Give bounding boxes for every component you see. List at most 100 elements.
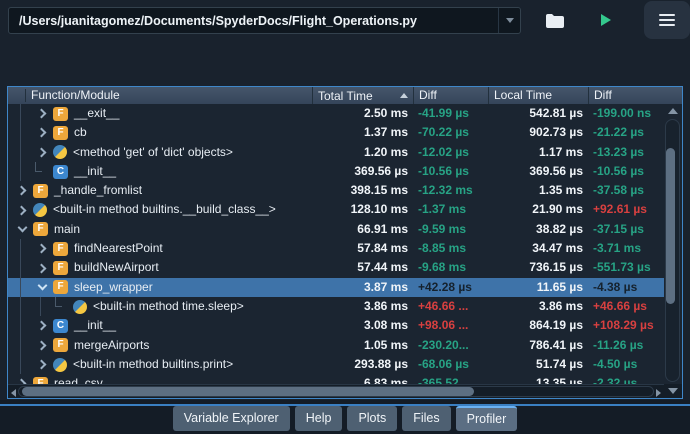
total-time-value: 66.91 ms [357, 221, 408, 236]
total-time-value: 57.44 ms [357, 260, 408, 275]
tab-profiler[interactable]: Profiler [455, 406, 518, 431]
expand-arrow-icon[interactable] [36, 243, 46, 254]
diff-total-value: -70.22 µs [418, 125, 469, 140]
function-icon: F [33, 376, 48, 384]
diff-total-value: -68.06 µs [418, 356, 469, 371]
table-row[interactable]: C __init__ 369.56 µs -10.56 µs 369.56 µs -10.… [8, 161, 664, 182]
diff-local-value: -199.00 ns [593, 106, 652, 120]
scroll-up-icon[interactable] [668, 108, 678, 114]
file-path-combobox[interactable]: /Users/juanitagomez/Documents/SpyderDocs… [8, 7, 521, 34]
function-icon: F [53, 280, 68, 295]
table-row[interactable]: <built-in method builtins.__build_class_… [8, 200, 664, 219]
diff-total-value: -9.68 ms [418, 260, 467, 275]
function-name: <built-in method builtins.__build_class_… [53, 202, 276, 217]
diff-total-value: -41.99 µs [418, 106, 469, 120]
expand-arrow-icon[interactable] [36, 263, 46, 273]
local-time-value: 11.65 µs [536, 279, 583, 294]
scroll-left-icon[interactable] [11, 389, 16, 397]
diff-local-value: -3.71 ms [593, 241, 642, 256]
expand-arrow-icon[interactable] [36, 340, 46, 351]
tree-guide-line [20, 335, 21, 355]
column-header-total-time[interactable]: Total Time [313, 87, 414, 104]
expand-arrow-icon[interactable] [16, 205, 26, 216]
tree-guide-line [20, 316, 21, 336]
function-icon: F [33, 222, 48, 237]
python-icon [33, 203, 47, 218]
profiler-results-table: Function/Module Total Time Diff Local Ti… [7, 86, 683, 399]
combobox-dropdown-button[interactable] [498, 8, 520, 33]
table-row[interactable]: <built-in method time.sleep> 3.86 ms +46.6… [8, 296, 664, 317]
tab-files[interactable]: Files [402, 406, 451, 431]
table-row[interactable]: F _handle_fromlist 398.15 ms -12.32 ms 1.35 … [8, 181, 664, 200]
function-name: _handle_fromlist [54, 183, 143, 198]
diff-local-value: -21.22 µs [593, 125, 644, 140]
function-icon: F [53, 241, 68, 256]
table-row[interactable]: Fmain 66.91 ms -9.59 ms 38.82 µs -37.15 µs [8, 220, 664, 239]
open-file-button[interactable] [543, 10, 565, 30]
table-row[interactable]: <built-in method builtins.print> 293.88 µ… [8, 354, 664, 375]
column-header-diff-local[interactable]: Diff [589, 87, 682, 104]
diff-total-value: -230.20... [418, 337, 469, 352]
function-name: read_csv [54, 376, 103, 384]
tree-rows: F __exit__ 2.50 ms -41.99 µs 542.81 µs -199.0… [8, 104, 664, 384]
options-menu-button[interactable] [644, 1, 690, 39]
table-row[interactable]: Fread_csv 6.83 ms -365.52... 13.35 µs -2.32 … [8, 374, 664, 384]
function-icon: F [53, 338, 68, 353]
expand-arrow-icon[interactable] [36, 320, 46, 331]
local-time-value: 736.15 µs [529, 260, 583, 275]
diff-total-value: -8.85 ms [418, 241, 467, 256]
total-time-value: 2.50 ms [363, 106, 408, 120]
expand-arrow-icon[interactable] [36, 147, 46, 158]
function-icon: F [53, 261, 68, 276]
function-name: <built-in method time.sleep> [93, 298, 244, 313]
total-time-value: 1.05 ms [363, 337, 408, 352]
diff-local-value: -37.15 µs [593, 221, 644, 236]
diff-local-value: -4.50 µs [593, 356, 638, 371]
table-row[interactable]: Fsleep_wrapper 3.87 ms +42.28 µs 11.65 µs -4… [8, 277, 664, 297]
local-time-value: 369.56 µs [529, 163, 583, 178]
expand-arrow-icon[interactable] [36, 359, 46, 370]
local-time-value: 38.82 µs [536, 221, 583, 236]
horizontal-scrollbar-thumb[interactable] [22, 387, 474, 396]
run-profiler-button[interactable] [594, 10, 616, 30]
scroll-right-icon[interactable] [656, 389, 661, 397]
collapse-arrow-icon[interactable] [37, 280, 47, 291]
table-row[interactable]: FbuildNewAirport 57.44 ms -9.68 ms 736.15 µ… [8, 258, 664, 278]
expand-arrow-icon[interactable] [36, 127, 46, 138]
local-time-value: 21.90 ms [532, 202, 583, 217]
tree-guide-line [20, 296, 21, 317]
diff-total-value: +42.28 µs [418, 279, 472, 294]
diff-local-value: +108.29 µs [593, 318, 654, 333]
vertical-scrollbar-thumb[interactable] [666, 148, 675, 304]
table-row[interactable]: FfindNearestPoint 57.84 ms -8.85 ms 34.47 m… [8, 239, 664, 259]
total-time-value: 3.08 ms [363, 318, 408, 333]
total-time-value: 6.83 ms [363, 376, 408, 384]
expand-arrow-icon[interactable] [36, 108, 46, 119]
table-row[interactable]: FmergeAirports 1.05 ms -230.20... 786.41 µs… [8, 335, 664, 355]
table-row[interactable]: Fcb 1.37 ms -70.22 µs 902.73 µs -21.22 µs [8, 123, 664, 143]
horizontal-scrollbar[interactable] [8, 384, 664, 398]
scroll-down-icon[interactable] [668, 388, 678, 394]
diff-total-value: +46.66 ... [418, 298, 469, 313]
total-time-value: 3.87 ms [363, 279, 408, 294]
collapse-arrow-icon[interactable] [17, 222, 27, 233]
python-icon [53, 145, 67, 160]
function-name: main [54, 221, 81, 236]
table-row[interactable]: <method 'get' of 'dict' objects> 1.20 ms -… [8, 142, 664, 162]
table-row[interactable]: C __init__ 3.08 ms +98.06 ... 864.19 µs +108.… [8, 316, 664, 336]
tab-plots[interactable]: Plots [347, 406, 398, 431]
total-time-value: 369.56 µs [354, 163, 408, 178]
function-icon: F [33, 183, 48, 198]
function-name: <built-in method builtins.print> [73, 356, 234, 371]
expand-arrow-icon[interactable] [16, 185, 26, 196]
function-name: findNearestPoint [74, 241, 163, 256]
vertical-scrollbar[interactable] [664, 104, 682, 384]
column-header-function-module[interactable]: Function/Module [8, 87, 313, 104]
tab-help[interactable]: Help [294, 406, 343, 431]
pane-tabbar: Variable Explorer Help Plots Files Profiler [0, 400, 690, 434]
tab-variable-explorer[interactable]: Variable Explorer [172, 406, 290, 431]
column-header-diff-total[interactable]: Diff [414, 87, 489, 104]
function-icon: F [53, 125, 68, 140]
table-row[interactable]: F __exit__ 2.50 ms -41.99 µs 542.81 µs -199.0… [8, 104, 664, 124]
column-header-local-time[interactable]: Local Time [489, 87, 589, 104]
